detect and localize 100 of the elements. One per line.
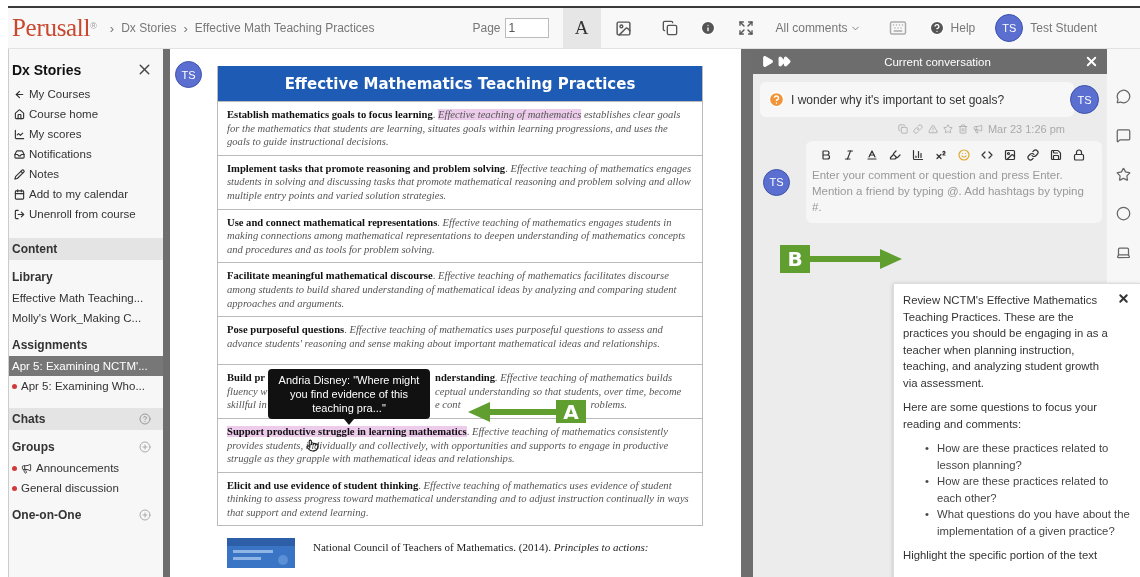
instructions-text: Highlight the specific portion of the text xyxy=(903,548,1099,563)
fast-forward-icon[interactable] xyxy=(778,55,791,68)
menu-item[interactable]: Notifications xyxy=(9,144,163,164)
sidebar-item[interactable]: Molly's Work_Making C... xyxy=(9,308,163,328)
highlighter-icon[interactable] xyxy=(889,149,901,161)
info-icon[interactable] xyxy=(699,20,716,36)
menu-item[interactable]: Add to my calendar xyxy=(9,184,163,204)
lock-icon[interactable] xyxy=(1073,149,1085,161)
superscript-icon[interactable] xyxy=(935,149,947,161)
comment-tooltip: Andria Disney: "Where might you find evidence of this teaching pra..." xyxy=(268,369,430,425)
instructions-text: Here are some questions to focus your reading and comments: xyxy=(903,400,1099,432)
play-icon[interactable] xyxy=(761,55,774,68)
breadcrumb-link[interactable]: Effective Math Teaching Practices xyxy=(194,21,375,35)
code-icon[interactable] xyxy=(981,149,993,161)
comment-editor[interactable]: Enter your comment or question and press Enter. Mention a friend by typing @. Add hashtags by typing #. xyxy=(806,141,1102,223)
bullet-marker: • xyxy=(925,507,929,522)
practice-text: Elicit and use evidence of student thinking. Effective teaching of mathematics uses evidence of student thinking to assess progress toward mathematical understanding and to adjust instruction continually in ways that support and extend learning. xyxy=(227,478,690,520)
bar-chart-icon[interactable] xyxy=(912,149,924,161)
section-title: Content xyxy=(12,242,58,256)
group-title: Groups xyxy=(12,440,55,454)
registered-mark: ® xyxy=(90,21,97,31)
group-title: Assignments xyxy=(12,338,88,352)
arrow-left-icon xyxy=(468,401,556,422)
bullet-marker: • xyxy=(925,474,929,489)
image-icon[interactable] xyxy=(614,19,632,37)
question-item: How are these practices related to each other? xyxy=(936,474,1110,506)
menu-item[interactable]: Notes xyxy=(9,164,163,184)
practice-text: Implement tasks that promote reasoning and problem solving. Effective teaching of mathematics engages students in solving and discussing tasks that promote mathematical reasoning and problem solving and allow multiple entry points and varied solution strategies. xyxy=(227,161,693,203)
user-avatar: TS xyxy=(1070,85,1099,114)
practice-text: Use and connect mathematical representations. Effective teaching of mathematics engages students in making connections among mathematical representations to deepen understanding of mathematics concepts and procedures and as tools for problem solving. xyxy=(227,215,687,257)
practice-text: Pose purposeful questions. Effective teaching of mathematics uses purposeful questions to assess and advance students' reasoning and sense making about important mathematical ideas and relationships. xyxy=(227,323,664,351)
practice-text: Build pr xyxy=(227,372,265,384)
comment-text: I wonder why it's important to set goals? xyxy=(791,92,1005,107)
breadcrumb-separator: › xyxy=(183,20,188,36)
practice-text: fluency w xyxy=(227,385,268,397)
question-icon xyxy=(768,91,785,108)
breadcrumb-link[interactable]: Dx Stories xyxy=(121,21,177,35)
tooltip-pointer xyxy=(344,419,354,425)
practice-text: skillful in xyxy=(227,399,267,411)
annotation-label: A xyxy=(556,400,586,423)
group-title: One-on-One xyxy=(12,508,82,522)
user-name[interactable]: Test Student xyxy=(1030,21,1097,35)
bullet-marker: • xyxy=(925,441,929,456)
sidebar-item[interactable]: Effective Math Teaching... xyxy=(9,288,163,308)
comment-date: Mar 23 1:26 pm xyxy=(987,123,1065,135)
save-icon[interactable] xyxy=(1050,149,1062,161)
logo: Perusall xyxy=(12,14,91,42)
star-icon[interactable] xyxy=(1116,167,1131,182)
image-icon[interactable] xyxy=(1004,149,1016,161)
copy-icon[interactable] xyxy=(661,20,678,36)
practice-text: roblems. xyxy=(590,398,627,412)
practice-text: e cont xyxy=(435,398,461,412)
sidebar-title: Dx Stories xyxy=(12,61,82,78)
house-icon xyxy=(14,108,25,120)
question-item: What questions do you have about the implementation of a given practice? xyxy=(936,507,1130,539)
calendar-icon xyxy=(14,188,25,200)
circle-icon[interactable] xyxy=(1116,206,1131,221)
page-field[interactable]: 1 xyxy=(504,18,549,38)
citation-text: National Council of Teachers of Mathematics. (2014). Principles to actions: xyxy=(313,541,649,556)
group-title: Library xyxy=(12,270,53,284)
sidebar-item[interactable]: Apr 5: Examining NCTM'... xyxy=(9,356,163,376)
inbox-icon xyxy=(14,148,25,160)
practice-text: ceptual understanding so that students, over time, become xyxy=(435,384,682,399)
arrow-left-icon xyxy=(14,88,25,100)
help-link[interactable]: Help xyxy=(950,21,976,35)
bold-icon[interactable] xyxy=(820,149,832,161)
practice-text: Establish mathematics goals to focus learning. Effective teaching of mathematics establishes clear goals for the mathematics that students are learning, situates goals within learning progressions, and uses the goals to guide instructional decisions. xyxy=(227,108,682,149)
sidebar-item[interactable]: Apr 5: Examining Who... xyxy=(9,376,163,396)
section-title: Chats xyxy=(12,412,46,426)
menu-item[interactable]: Unenroll from course xyxy=(9,204,163,224)
user-avatar[interactable]: TS xyxy=(995,14,1024,42)
filter-dropdown[interactable]: All comments xyxy=(775,21,861,35)
sidebar-item[interactable]: General discussion xyxy=(9,478,163,498)
speech-bubble-icon[interactable] xyxy=(1116,128,1131,143)
user-avatar: TS xyxy=(763,168,790,196)
pencil-icon xyxy=(14,168,25,180)
speech-bubble-icon[interactable] xyxy=(1116,89,1131,104)
page-heading: Effective Mathematics Teaching Practices xyxy=(218,66,702,101)
expand-icon[interactable] xyxy=(737,20,754,36)
arrow-right-icon xyxy=(810,249,902,269)
page-label: Page xyxy=(472,21,501,35)
line-chart-icon xyxy=(14,128,25,140)
annotation-label: B xyxy=(780,245,810,273)
text-color-icon[interactable] xyxy=(866,149,878,161)
menu-item[interactable]: My scores xyxy=(9,124,163,144)
breadcrumb-separator: › xyxy=(109,20,115,36)
instructions-text: Review NCTM's Effective Mathematics Teaching Practices. These are the practices you should be engaging in as a teacher when planning instruction, teaching, and analyzing student growth via assessment. xyxy=(903,293,1109,391)
menu-item[interactable]: Course home xyxy=(9,104,163,124)
close-icon[interactable] xyxy=(1117,292,1130,305)
star-icon[interactable] xyxy=(942,124,953,134)
link-icon[interactable] xyxy=(1027,149,1039,161)
practice-text: nderstanding. Effective teaching of mathematics builds xyxy=(435,371,673,385)
sidebar-item[interactable]: Announcements xyxy=(9,458,163,478)
italic-icon[interactable] xyxy=(843,149,855,161)
user-avatar: TS xyxy=(175,61,202,88)
panel-title: Current conversation xyxy=(883,55,992,68)
text-tool-button[interactable]: A xyxy=(562,8,601,48)
menu-item[interactable]: My Courses xyxy=(9,84,163,104)
megaphone-icon xyxy=(21,462,32,474)
laptop-icon[interactable] xyxy=(1116,245,1131,260)
